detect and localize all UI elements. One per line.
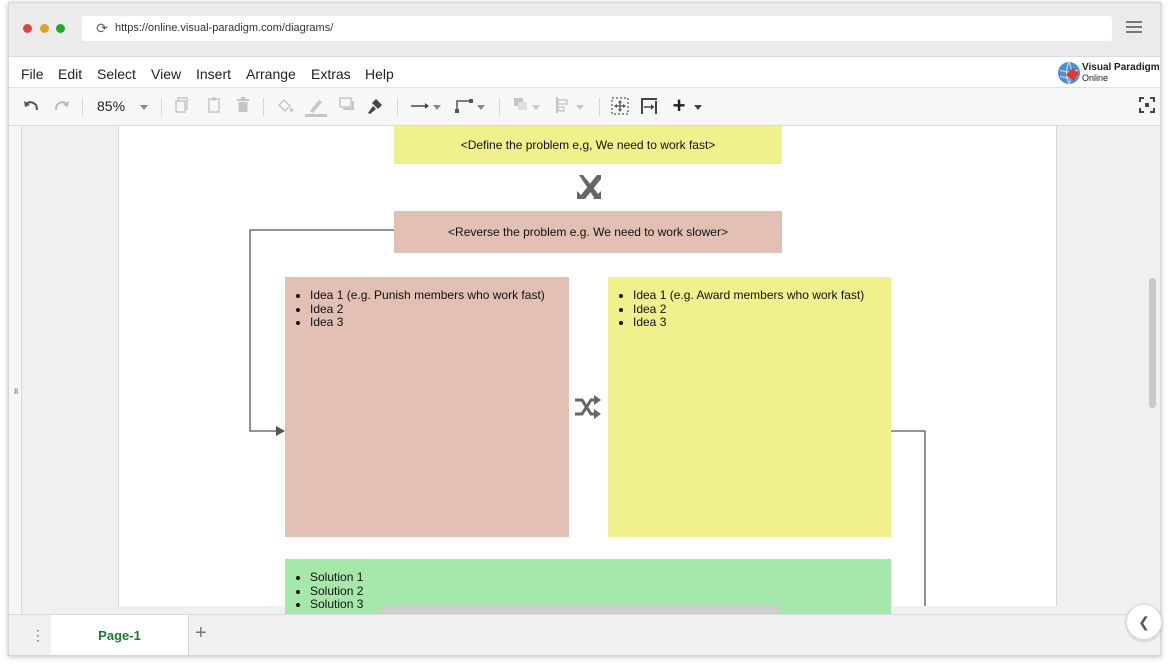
menu-extras[interactable]: Extras xyxy=(311,66,351,82)
shuffle-icon xyxy=(575,395,601,419)
arrange-order-dropdown-icon[interactable] xyxy=(531,97,541,117)
right-ideas-box[interactable]: Idea 1 (e.g. Award members who work fast… xyxy=(608,277,891,537)
list-item: Solution 1 xyxy=(310,570,891,585)
left-ideas-box[interactable]: Idea 1 (e.g. Punish members who work fas… xyxy=(285,277,569,537)
connector-arrowhead xyxy=(276,426,285,436)
diagram-workspace[interactable]: ॥ <Define the problem e,g, We need to wo… xyxy=(9,126,1160,614)
fullscreen-icon[interactable] xyxy=(1138,97,1156,117)
menu-insert[interactable]: Insert xyxy=(196,66,231,82)
connectors-layer xyxy=(249,175,926,606)
chevron-left-icon: ❮ xyxy=(1138,614,1150,630)
vertical-scrollbar[interactable] xyxy=(1149,278,1156,408)
minimize-window-dot[interactable] xyxy=(40,24,49,33)
horizontal-scrollbar[interactable] xyxy=(381,606,779,613)
browser-menu-icon[interactable] xyxy=(1126,21,1142,36)
list-item: Idea 1 (e.g. Punish members who work fas… xyxy=(310,288,569,303)
waypoint-style-icon[interactable] xyxy=(453,97,475,117)
copy-icon[interactable] xyxy=(173,97,191,117)
add-page-icon[interactable]: + xyxy=(195,622,207,645)
redo-icon[interactable] xyxy=(52,97,72,117)
menu-view[interactable]: View xyxy=(151,66,181,82)
add-shape-icon[interactable]: + xyxy=(670,95,688,117)
globe-logo-icon xyxy=(1058,61,1080,85)
list-item: Idea 2 xyxy=(310,302,569,317)
refresh-icon[interactable]: ⟳ xyxy=(94,20,110,36)
list-item: Idea 3 xyxy=(633,315,891,330)
delete-icon[interactable] xyxy=(234,97,252,117)
url-text: https://online.visual-paradigm.com/diagr… xyxy=(115,22,334,34)
list-item: Idea 2 xyxy=(633,302,891,317)
align-icon[interactable] xyxy=(553,97,571,117)
shadow-icon[interactable] xyxy=(338,97,356,117)
logo-line2: Online xyxy=(1082,73,1109,83)
arrange-order-icon[interactable] xyxy=(511,97,531,117)
zoom-level[interactable]: 85% xyxy=(97,98,125,114)
connector-style-icon[interactable] xyxy=(409,97,431,117)
list-item: Idea 3 xyxy=(310,315,569,330)
list-item: Idea 1 (e.g. Award members who work fast… xyxy=(633,288,891,303)
add-shape-dropdown-icon[interactable] xyxy=(693,97,703,117)
toolbar: 85% + xyxy=(9,88,1160,126)
left-ideas-list: Idea 1 (e.g. Punish members who work fas… xyxy=(285,288,569,330)
connector-style-dropdown-icon[interactable] xyxy=(432,97,442,117)
fit-width-icon[interactable] xyxy=(639,97,659,117)
menu-edit[interactable]: Edit xyxy=(58,66,82,82)
menu-help[interactable]: Help xyxy=(365,66,394,82)
align-dropdown-icon[interactable] xyxy=(575,97,585,117)
collapse-panel-button[interactable]: ❮ xyxy=(1126,604,1162,640)
menu-select[interactable]: Select xyxy=(97,66,136,82)
page-menu-icon[interactable]: ⋮ xyxy=(31,627,45,644)
menu-arrange[interactable]: Arrange xyxy=(246,66,296,82)
menu-file[interactable]: File xyxy=(21,66,44,82)
right-ideas-list: Idea 1 (e.g. Award members who work fast… xyxy=(608,288,891,330)
browser-chrome: ⟳ https://online.visual-paradigm.com/dia… xyxy=(9,3,1160,57)
left-panel-collapsed[interactable]: ॥ xyxy=(9,126,22,614)
format-painter-icon[interactable] xyxy=(365,97,385,117)
paste-icon[interactable] xyxy=(205,97,223,117)
tab-page-1[interactable]: Page-1 xyxy=(51,615,189,655)
fit-selection-icon[interactable] xyxy=(610,97,630,117)
zoom-dropdown-icon[interactable] xyxy=(137,97,151,117)
panel-grip-icon[interactable]: ॥ xyxy=(13,384,18,397)
reverse-icon xyxy=(577,175,601,199)
logo-line1: Visual Paradigm xyxy=(1082,62,1160,73)
page-tab-bar: ⋮ Page-1 + xyxy=(9,614,1160,655)
maximize-window-dot[interactable] xyxy=(56,24,65,33)
reverse-problem-box[interactable]: <Reverse the problem e.g. We need to wor… xyxy=(394,211,782,253)
address-bar[interactable]: ⟳ https://online.visual-paradigm.com/dia… xyxy=(82,16,1112,41)
undo-icon[interactable] xyxy=(21,97,41,117)
line-color-icon[interactable] xyxy=(305,97,327,117)
visual-paradigm-logo: Visual Paradigm Online xyxy=(1057,60,1160,86)
menu-bar: File Edit Select View Insert Arrange Ext… xyxy=(9,57,1160,88)
close-window-dot[interactable] xyxy=(23,24,32,33)
browser-window: ⟳ https://online.visual-paradigm.com/dia… xyxy=(8,2,1161,656)
problem-box[interactable]: <Define the problem e,g, We need to work… xyxy=(394,126,782,164)
fill-color-icon[interactable] xyxy=(275,97,295,117)
diagram-page[interactable]: <Define the problem e,g, We need to work… xyxy=(118,126,1057,614)
waypoint-style-dropdown-icon[interactable] xyxy=(476,97,486,117)
list-item: Solution 2 xyxy=(310,584,891,599)
connector-right-ideas-to-solutions[interactable] xyxy=(891,430,926,606)
